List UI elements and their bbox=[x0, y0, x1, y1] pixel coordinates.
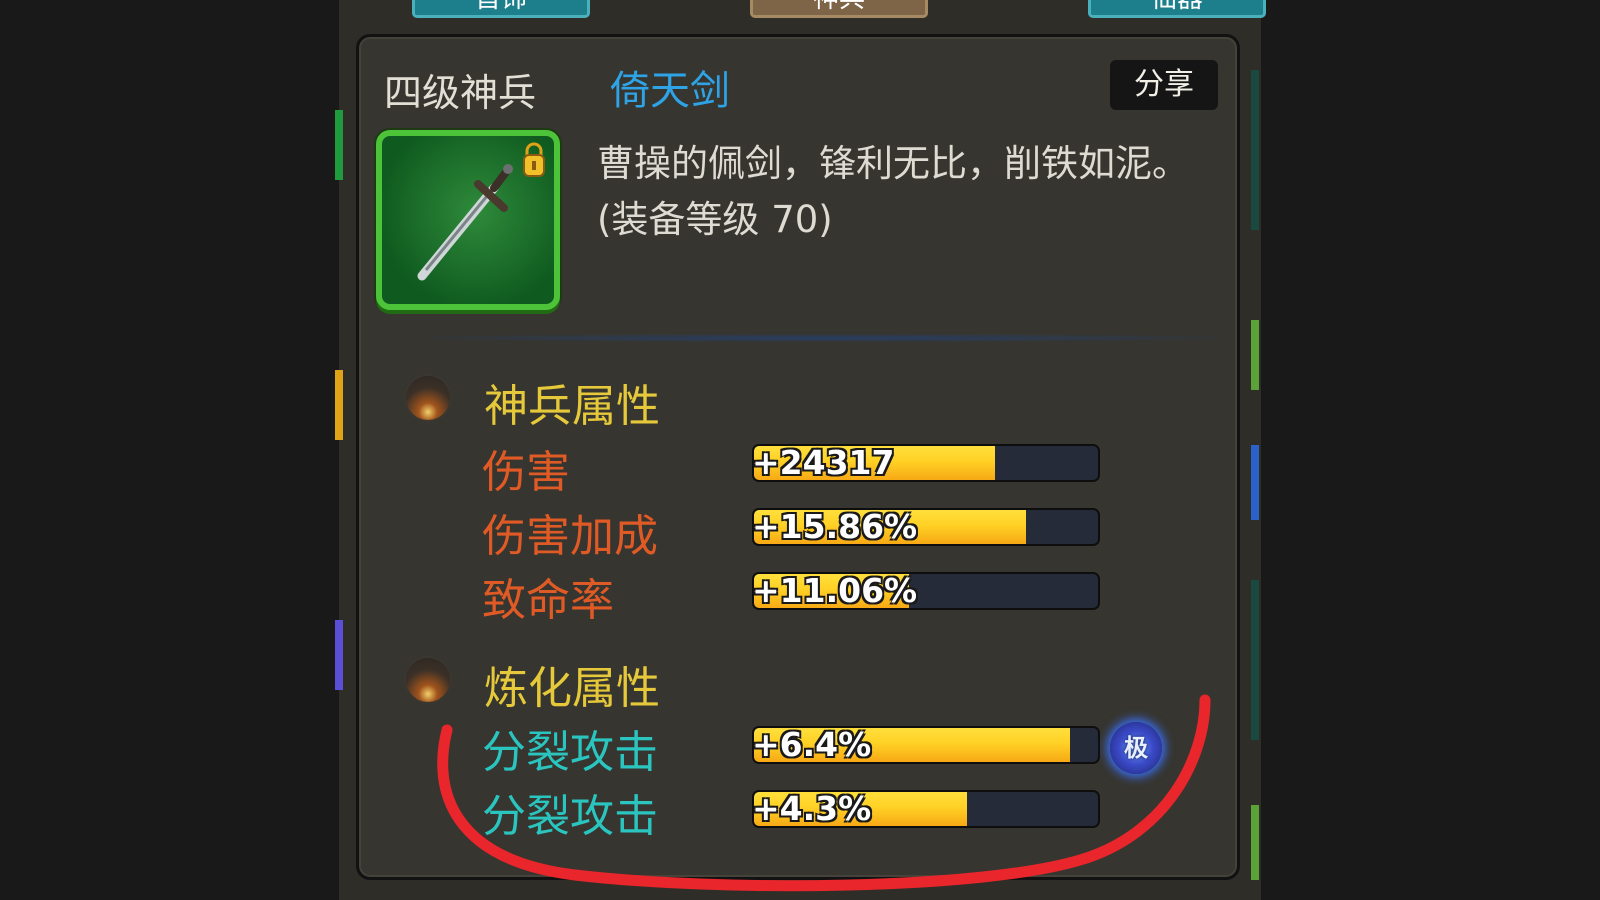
right-edge-strip bbox=[1251, 70, 1259, 230]
right-edge-strip bbox=[1251, 320, 1259, 390]
tab-immortal-artifact[interactable]: 仙器 bbox=[1088, 0, 1266, 18]
item-description: 曹操的佩剑，锋利无比，削铁如泥。(装备等级 70) bbox=[597, 142, 1189, 241]
attr-value: +24317 bbox=[752, 443, 895, 482]
section-divider bbox=[430, 334, 1220, 342]
tab-label: 首饰 bbox=[475, 0, 527, 14]
attr-value: +11.06% bbox=[752, 571, 918, 610]
lock-icon bbox=[523, 142, 545, 177]
right-edge-strip bbox=[1251, 445, 1259, 520]
orb-icon bbox=[404, 374, 452, 422]
tab-divine-weapon[interactable]: 神兵 bbox=[750, 0, 928, 18]
item-rank: 四级神兵 bbox=[384, 71, 537, 115]
left-edge-strip bbox=[335, 370, 343, 440]
attr-label: 分裂攻击 bbox=[482, 791, 658, 842]
section-title-divine-attributes: 神兵属性 bbox=[484, 381, 660, 432]
left-edge-strip bbox=[335, 620, 343, 690]
attr-label: 分裂攻击 bbox=[482, 727, 658, 778]
attr-value: +6.4% bbox=[752, 725, 872, 764]
tab-label: 仙器 bbox=[1151, 0, 1203, 14]
left-edge-strip bbox=[335, 110, 343, 180]
section-title-refine-attributes: 炼化属性 bbox=[484, 663, 660, 714]
tab-jewelry[interactable]: 首饰 bbox=[412, 0, 590, 18]
tab-label: 神兵 bbox=[813, 0, 865, 14]
max-level-badge: 极 bbox=[1110, 722, 1162, 774]
attr-value: +15.86% bbox=[752, 507, 918, 546]
item-slot bbox=[376, 130, 560, 310]
orb-icon bbox=[404, 656, 452, 704]
item-name: 倚天剑 bbox=[610, 68, 730, 114]
right-edge-strip bbox=[1251, 805, 1259, 880]
attr-label: 伤害加成 bbox=[482, 511, 658, 562]
attr-label: 伤害 bbox=[482, 447, 570, 498]
share-button[interactable]: 分享 bbox=[1110, 60, 1218, 110]
right-edge-strip bbox=[1251, 580, 1259, 740]
attr-value: +4.3% bbox=[752, 789, 872, 828]
attr-label: 致命率 bbox=[482, 575, 614, 626]
